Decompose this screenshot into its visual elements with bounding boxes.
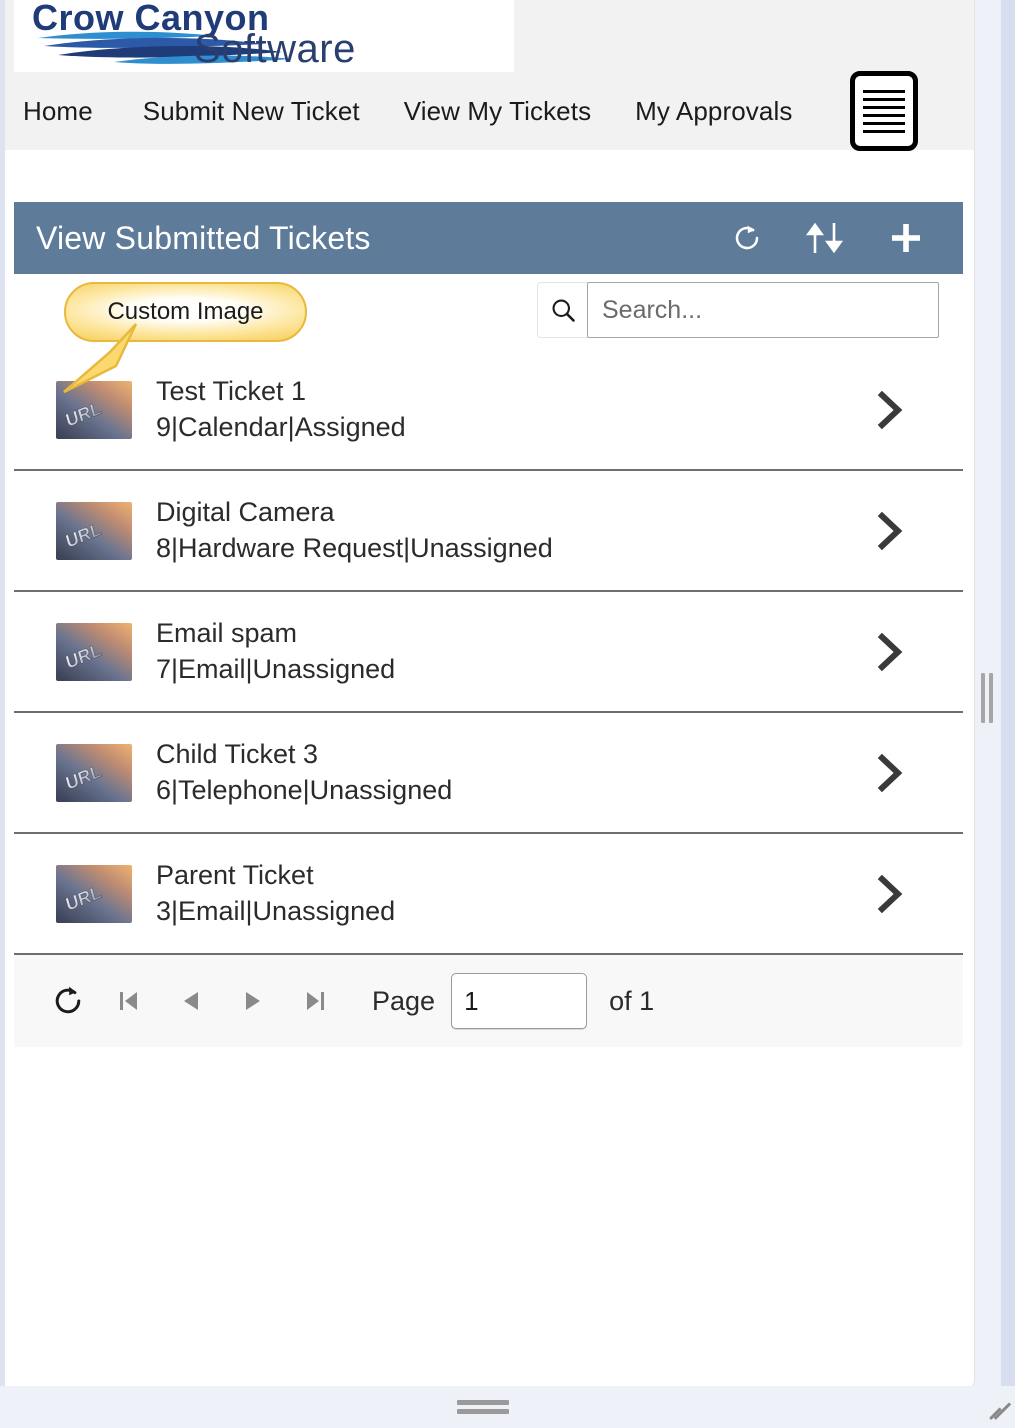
ticket-text: Test Ticket 1 9|Calendar|Assigned [132,376,873,442]
table-row[interactable]: URL Test Ticket 1 9|Calendar|Assigned [14,350,963,471]
add-icon[interactable] [889,221,923,255]
splitter-bar [457,1409,509,1414]
previous-page-icon[interactable] [160,988,222,1014]
nav-item-home[interactable]: Home [23,96,121,127]
window-right-edge-strip [1001,0,1015,1428]
sort-icon[interactable] [803,221,849,255]
hamburger-line [863,105,906,109]
pagination-bar: Page of 1 [14,955,963,1047]
hamburger-line [863,121,906,125]
chevron-right-icon[interactable] [873,869,941,919]
chevron-right-icon[interactable] [873,748,941,798]
hamburger-line [863,89,906,93]
search-row [14,274,963,350]
vertical-splitter-handle[interactable] [978,672,995,724]
page-number-input[interactable] [451,973,588,1029]
splitter-bar [457,1400,509,1405]
ticket-text: Digital Camera 8|Hardware Request|Unassi… [132,497,873,563]
url-image-thumbnail: URL [56,380,132,439]
next-page-icon[interactable] [222,988,284,1014]
ticket-subtitle: 7|Email|Unassigned [156,653,396,684]
splitter-bar [980,673,985,723]
view-submitted-tickets-webpart: View Submitted Tickets Search... URL Tes… [14,202,963,1047]
ticket-text: Child Ticket 3 6|Telephone|Unassigned [132,739,873,805]
svg-text:Software: Software [194,27,356,71]
crow-canyon-software-logo: Crow Canyon Software [14,0,514,72]
nav-item-submit-new-ticket[interactable]: Submit New Ticket [121,96,382,127]
ticket-title: Child Ticket 3 [156,739,319,770]
url-image-thumbnail: URL [56,501,132,560]
webpart-actions [731,221,963,255]
nav-item-view-my-tickets[interactable]: View My Tickets [382,96,613,127]
table-row[interactable]: URL Digital Camera 8|Hardware Request|Un… [14,471,963,592]
ticket-title: Parent Ticket [156,860,314,891]
ticket-subtitle: 9|Calendar|Assigned [156,411,406,442]
ticket-subtitle: 3|Email|Unassigned [156,895,396,926]
splitter-bar [988,673,993,723]
search-icon[interactable] [537,282,587,338]
chevron-right-icon[interactable] [873,385,941,435]
horizontal-splitter-handle[interactable] [457,1400,513,1414]
ticket-text: Parent Ticket 3|Email|Unassigned [132,860,873,926]
content-spacer [5,150,974,202]
page-total-label: of 1 [609,985,655,1016]
ticket-title: Email spam [156,618,298,649]
browser-viewport: Crow Canyon Software Home Submit New Tic… [0,0,1015,1428]
ticket-list: URL Test Ticket 1 9|Calendar|Assigned UR… [14,350,963,955]
webpart-header: View Submitted Tickets [14,202,963,274]
ticket-text: Email spam 7|Email|Unassigned [132,618,873,684]
table-row[interactable]: URL Parent Ticket 3|Email|Unassigned [14,834,963,955]
hamburger-line [863,129,906,133]
table-row[interactable]: URL Child Ticket 3 6|Telephone|Unassigne… [14,713,963,834]
ticket-subtitle: 8|Hardware Request|Unassigned [156,532,553,563]
page-title: View Submitted Tickets [36,219,371,256]
refresh-icon[interactable] [731,222,763,254]
search-container [537,282,939,338]
hamburger-line [863,113,906,117]
logo-band: Crow Canyon Software [5,0,974,72]
chevron-right-icon[interactable] [873,627,941,677]
hamburger-line [863,97,906,101]
last-page-icon[interactable] [284,988,346,1014]
ticket-title: Digital Camera [156,497,335,528]
page-label: Page [372,985,436,1016]
search-input[interactable] [587,282,939,338]
ticket-title: Test Ticket 1 [156,376,307,407]
main-navigation: Home Submit New Ticket View My Tickets M… [5,71,974,151]
table-row[interactable]: URL Email spam 7|Email|Unassigned [14,592,963,713]
chevron-right-icon[interactable] [873,506,941,556]
page-content: Crow Canyon Software Home Submit New Tic… [5,0,975,1390]
hamburger-menu-icon[interactable] [850,71,919,151]
resize-grip-icon[interactable] [983,1398,1011,1424]
nav-item-my-approvals[interactable]: My Approvals [613,96,814,127]
bottom-bar [0,1386,1015,1428]
refresh-icon[interactable] [38,983,98,1019]
url-image-thumbnail: URL [56,743,132,802]
url-image-thumbnail: URL [56,864,132,923]
first-page-icon[interactable] [98,988,160,1014]
ticket-subtitle: 6|Telephone|Unassigned [156,774,453,805]
url-image-thumbnail: URL [56,622,132,681]
